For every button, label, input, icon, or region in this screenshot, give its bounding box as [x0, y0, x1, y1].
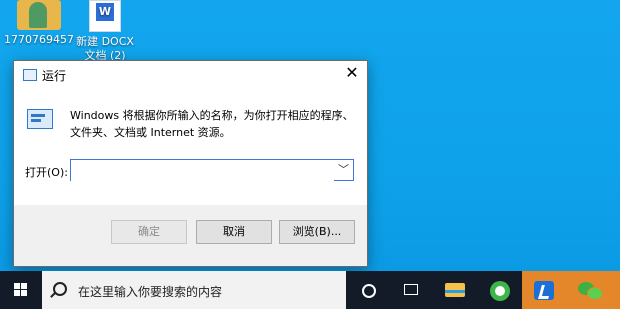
- search-icon: [53, 282, 67, 296]
- word-document-icon: W: [89, 0, 121, 32]
- wechat-icon[interactable]: [566, 271, 620, 309]
- user-folder-icon: [17, 0, 61, 30]
- app-icon[interactable]: [522, 271, 566, 309]
- taskbar-search-box[interactable]: 在这里输入你要搜索的内容: [42, 271, 346, 309]
- desktop-icon-label: 1770769457: [4, 33, 74, 46]
- desktop-icon-docx[interactable]: W 新建 DOCX 文档 (2): [68, 0, 142, 63]
- open-label: 打开(O):: [25, 166, 68, 179]
- close-button[interactable]: ✕: [337, 61, 367, 87]
- browse-button[interactable]: 浏览(B)...: [279, 220, 355, 244]
- dialog-description: Windows 将根据你所输入的名称，为你打开相应的程序、文件夹、文档或 Int…: [70, 109, 354, 139]
- desktop-icon-user-folder[interactable]: 1770769457: [2, 0, 76, 47]
- cortana-icon[interactable]: [346, 271, 390, 309]
- taskbar: 在这里输入你要搜索的内容: [0, 271, 620, 309]
- dialog-footer: 确定 取消 浏览(B)...: [14, 205, 367, 266]
- run-program-icon: [26, 107, 54, 131]
- task-view-icon[interactable]: [388, 271, 432, 309]
- ok-button[interactable]: 确定: [111, 220, 187, 244]
- windows-start-icon[interactable]: [0, 271, 42, 309]
- chevron-down-icon[interactable]: ﹀: [338, 161, 349, 177]
- open-input[interactable]: [71, 162, 334, 181]
- file-explorer-icon[interactable]: [432, 271, 476, 309]
- browser-icon[interactable]: [478, 271, 522, 309]
- cancel-button[interactable]: 取消: [196, 220, 272, 244]
- search-placeholder: 在这里输入你要搜索的内容: [78, 285, 223, 299]
- run-icon: [23, 69, 37, 81]
- title-bar[interactable]: 运行 ✕: [14, 61, 367, 87]
- dialog-title: 运行: [42, 69, 67, 83]
- run-dialog: 运行 ✕ Windows 将根据你所输入的名称，为你打开相应的程序、文件夹、文档…: [13, 60, 368, 267]
- open-combobox[interactable]: ﹀: [70, 159, 354, 181]
- desktop-icon-label-line1: 新建 DOCX: [76, 35, 134, 48]
